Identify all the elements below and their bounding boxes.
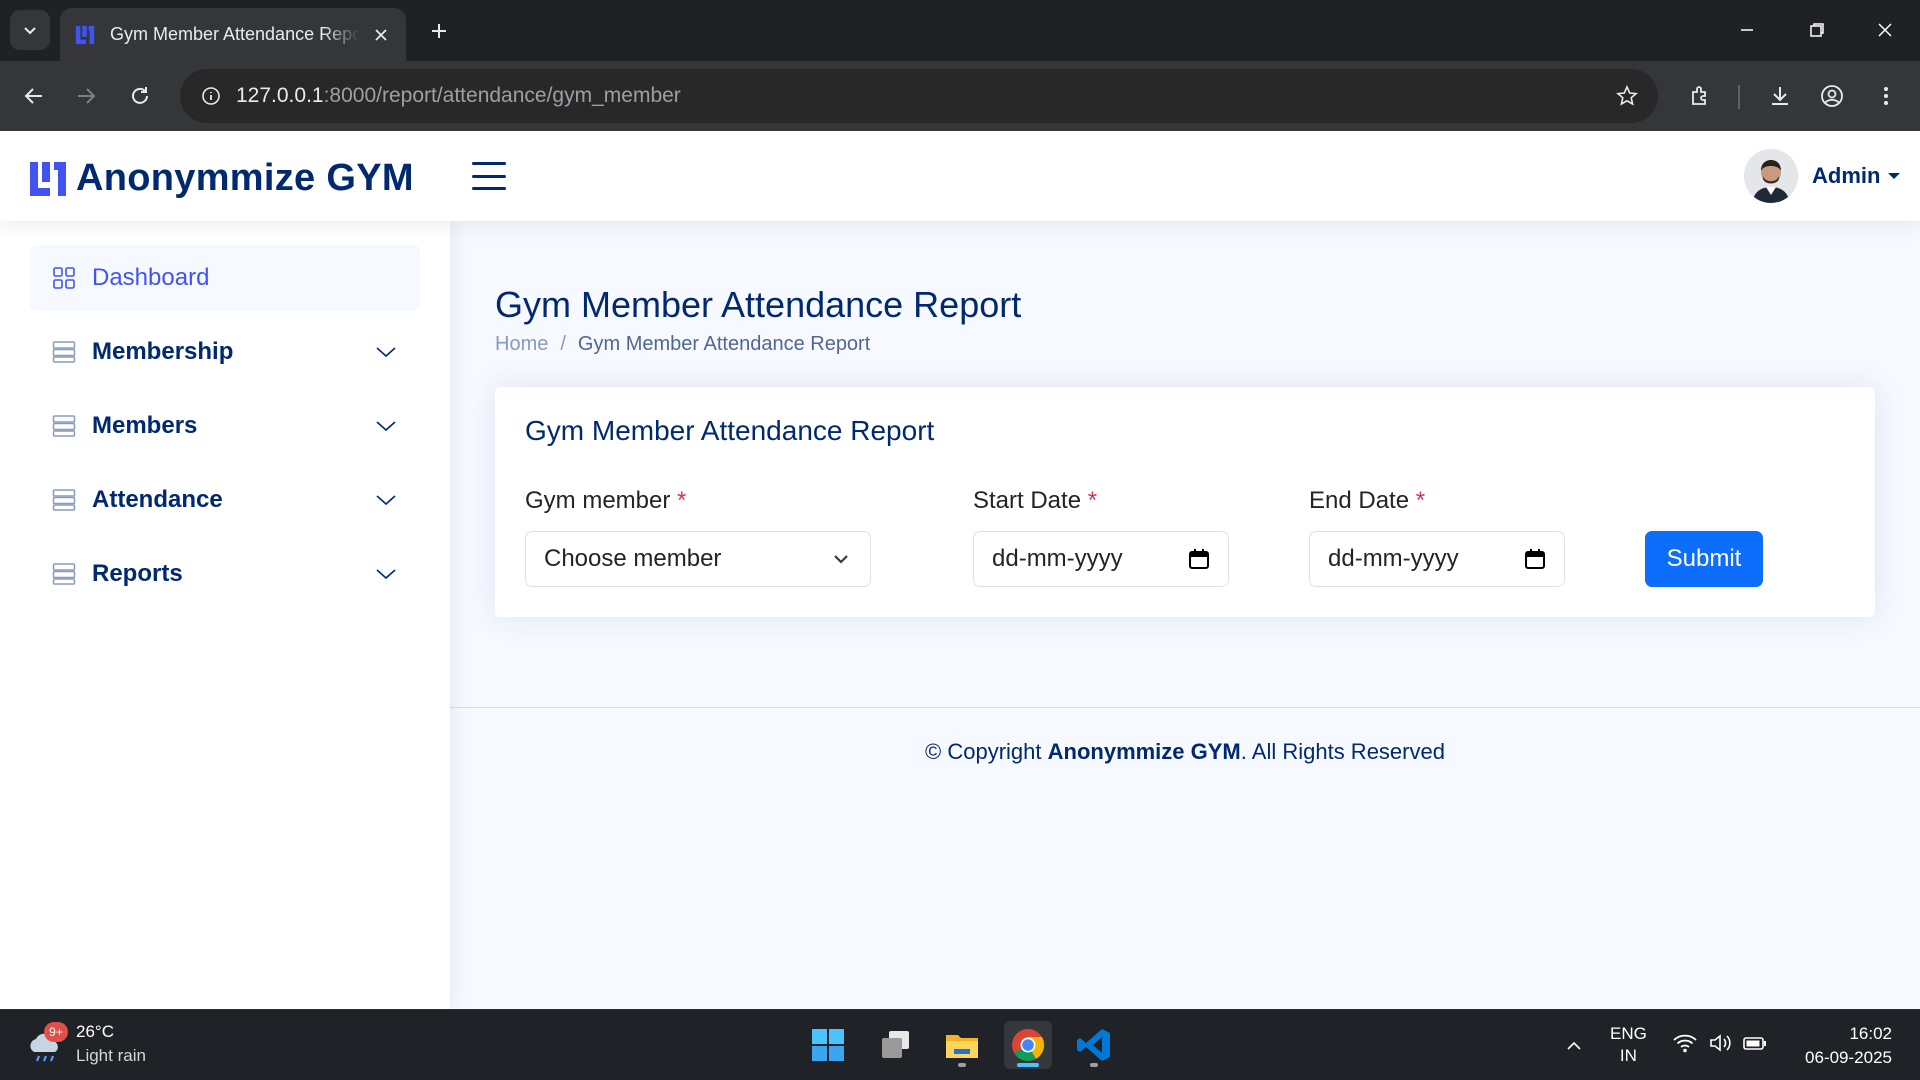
chevron-down-icon [834,555,848,564]
chevron-down-icon [376,421,396,432]
sidebar: Dashboard Membership Members Attendance … [0,221,450,1009]
main-content: Gym Member Attendance Report Home / Gym … [450,221,1920,1009]
download-icon[interactable] [1760,76,1800,116]
sidebar-item-attendance[interactable]: Attendance [30,467,420,533]
windows-taskbar: 9+ 26°C Light rain ENG IN 16:02 06-09-20… [0,1009,1920,1080]
start-date-label: Start Date * [973,487,1098,514]
sidebar-item-label: Members [92,412,198,439]
chevron-up-icon[interactable] [1560,1032,1588,1060]
new-tab-icon[interactable] [422,14,456,48]
submit-button[interactable]: Submit [1645,531,1763,587]
breadcrumb-current: Gym Member Attendance Report [577,333,871,355]
temperature: 26°C [76,1022,114,1041]
close-window-icon[interactable] [1862,8,1908,52]
menu-dots-icon[interactable] [1866,76,1906,116]
chevron-down-icon [24,27,36,35]
close-tab-icon[interactable] [370,24,392,46]
breadcrumb: Home / Gym Member Attendance Report [495,333,870,356]
list-icon [52,489,76,511]
copyright-text: © Copyright Anonymmize GYM. All Rights R… [925,739,1445,764]
sidebar-item-label: Dashboard [92,264,210,291]
chevron-down-icon [376,569,396,580]
start-date-input[interactable]: dd-mm-yyyy [973,531,1229,587]
card-title: Gym Member Attendance Report [525,415,935,446]
battery-icon [1743,1037,1766,1050]
brand-logo[interactable]: Anonymmize GYM [28,157,414,200]
chrome-icon[interactable] [1004,1021,1052,1069]
gym-member-label: Gym member * [525,487,687,514]
bookmark-star-icon[interactable] [1612,81,1642,111]
chevron-down-icon [376,347,396,358]
report-form-card: Gym Member Attendance Report Gym member … [495,387,1875,617]
tab-search-button[interactable] [10,10,50,50]
sidebar-item-dashboard[interactable]: Dashboard [30,245,420,311]
task-view-icon[interactable] [872,1021,920,1069]
restore-icon[interactable] [1794,8,1840,52]
end-date-label: End Date * [1309,487,1426,514]
language-indicator[interactable]: ENG IN [1610,1023,1647,1067]
list-icon [52,415,76,437]
browser-toolbar: 127.0.0.1:8000/report/attendance/gym_mem… [0,61,1920,131]
clock-date: 06-09-2025 [1805,1048,1892,1067]
brand-name: Anonymmize GYM [76,157,414,199]
profile-name: Admin [1812,163,1881,188]
weather-badge: 9+ [44,1022,68,1042]
reload-icon[interactable] [120,76,160,116]
gym-logo-icon [75,25,95,44]
gym-member-select[interactable]: Choose member [525,531,871,587]
profile-icon[interactable] [1812,76,1852,116]
back-icon[interactable] [14,76,54,116]
tab-title: Gym Member Attendance Report [110,24,360,44]
sidebar-item-reports[interactable]: Reports [30,541,420,607]
clock-time: 16:02 [1849,1024,1892,1043]
minimize-icon[interactable] [1724,8,1770,52]
wifi-icon [1673,1034,1697,1053]
windows-start-icon[interactable] [804,1021,852,1069]
sidebar-toggle-icon[interactable] [470,159,508,193]
system-tray[interactable] [1672,1032,1768,1054]
page-title: Gym Member Attendance Report [495,284,1022,325]
rain-cloud-icon: 9+ [26,1022,70,1066]
list-icon [52,341,76,363]
toolbar-divider [1738,85,1740,109]
calendar-icon[interactable] [1524,548,1546,570]
volume-icon [1710,1034,1731,1052]
sidebar-item-members[interactable]: Members [30,393,420,459]
calendar-icon[interactable] [1188,548,1210,570]
end-date-value: dd-mm-yyyy [1328,545,1459,572]
sidebar-item-label: Reports [92,560,183,587]
gym-logo-icon [30,161,66,196]
address-bar[interactable]: 127.0.0.1:8000/report/attendance/gym_mem… [180,69,1658,123]
avatar [1744,149,1798,203]
end-date-input[interactable]: dd-mm-yyyy [1309,531,1565,587]
chevron-down-icon [376,495,396,506]
caret-down-icon [1888,173,1901,179]
breadcrumb-home-link[interactable]: Home [495,333,548,356]
extensions-icon[interactable] [1680,76,1720,116]
vscode-icon[interactable] [1070,1021,1118,1069]
forward-icon[interactable] [66,76,106,116]
browser-tab-active[interactable]: Gym Member Attendance Report [60,8,406,61]
file-explorer-icon[interactable] [938,1021,986,1069]
web-page: Anonymmize GYM Admin Dashboard Membershi… [0,131,1920,1009]
start-date-value: dd-mm-yyyy [992,545,1123,572]
weather-condition: Light rain [76,1046,146,1065]
gym-member-selected: Choose member [544,545,722,572]
site-header: Anonymmize GYM Admin [0,131,1920,221]
url-text: 127.0.0.1:8000/report/attendance/gym_mem… [236,84,681,107]
sidebar-item-label: Attendance [92,486,223,513]
sidebar-item-label: Membership [92,338,234,365]
list-icon [52,563,76,585]
site-info-icon[interactable] [194,79,228,113]
browser-tab-bar: Gym Member Attendance Report [0,0,1920,61]
weather-widget[interactable]: 9+ 26°C Light rain [26,1022,146,1066]
sidebar-item-membership[interactable]: Membership [30,319,420,385]
clock[interactable]: 16:02 06-09-2025 [1790,1022,1892,1070]
profile-dropdown[interactable]: Admin [1744,149,1901,203]
breadcrumb-separator: / [560,333,566,355]
site-footer: © Copyright Anonymmize GYM. All Rights R… [450,707,1920,817]
grid-icon [53,267,75,289]
